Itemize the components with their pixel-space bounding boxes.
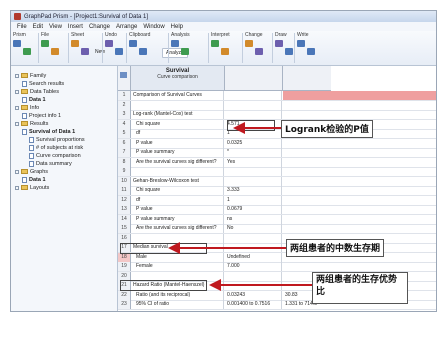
- annotation-arrows: [168, 122, 312, 291]
